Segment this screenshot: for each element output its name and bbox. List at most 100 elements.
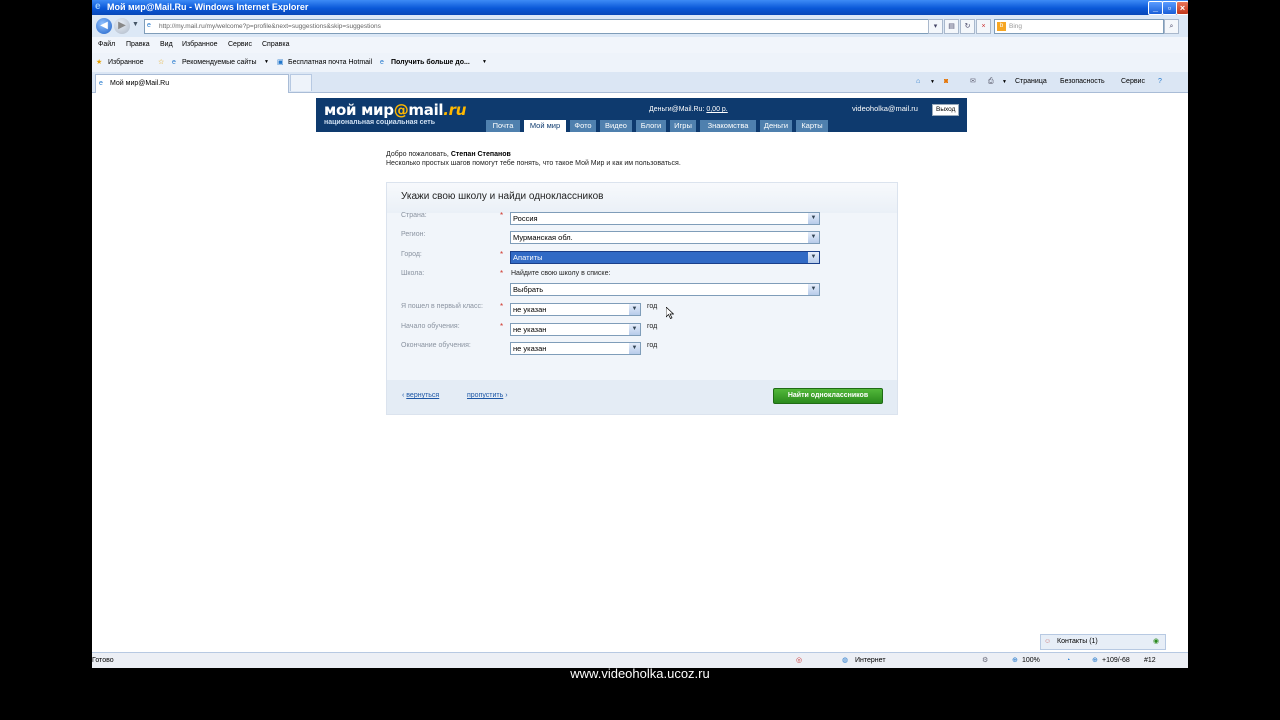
nav-video[interactable]: Видео [600,120,632,132]
status-online-icon[interactable]: ◉ [1153,635,1159,649]
browser-window: e Мой мир@Mail.Ru - Windows Internet Exp… [92,0,1188,668]
region-select[interactable]: Мурманская обл. ▼ [510,231,820,244]
back-link[interactable]: ‹ вернуться [402,392,439,399]
tab-mailru[interactable]: e Мой мир@Mail.Ru [95,74,289,93]
rss-icon[interactable]: ◙ [944,72,948,92]
new-tab-button[interactable] [290,74,312,91]
contacts-icon: ☺ [1044,638,1052,645]
print-icon[interactable]: ⎙ [988,72,994,92]
menu-help[interactable]: Справка [262,37,289,53]
ie-icon: e [95,1,101,12]
history-dropdown-icon[interactable]: ▼ [132,21,139,28]
recommended-sites-link[interactable]: Рекомендуемые сайты [182,53,256,72]
required-mark: * [500,269,504,278]
page-icon: e [147,22,151,29]
home-icon[interactable]: ⌂ [916,72,920,92]
required-mark: * [500,250,504,259]
get-more-link[interactable]: Получить больше до... [391,53,470,72]
menu-tools[interactable]: Сервис [228,37,252,53]
city-label: Город: [401,251,422,258]
back-button[interactable]: ◀ [96,18,112,34]
menu-bar: Файл Правка Вид Избранное Сервис Справка [92,37,1188,53]
refresh-icon[interactable]: ↻ [960,19,975,34]
maximize-button[interactable]: ▫ [1162,1,1177,15]
menu-edit[interactable]: Правка [126,37,150,53]
user-email[interactable]: videoholka@mail.ru [852,104,918,113]
nav-blogs[interactable]: Блоги [636,120,666,132]
chevron-down-icon: ▼ [808,252,819,263]
mouse-cursor-icon [666,307,674,319]
search-input[interactable]: b Bing [994,19,1164,34]
add-favorite-icon[interactable]: ☆ [158,53,164,72]
find-classmates-button[interactable]: Найти одноклассников [773,388,883,404]
page-content: мой мир@mail.ru национальная социальная … [92,93,1188,655]
close-button[interactable]: × [1176,1,1188,15]
forward-button[interactable]: ▶ [114,18,130,34]
logo-subtitle: национальная социальная сеть [324,119,436,126]
end-label: Окончание обучения: [401,342,471,349]
required-mark: * [500,302,504,311]
money-link[interactable]: 0,00 р. [706,106,727,113]
school-hint: Найдите свою школу в списке: [511,270,611,277]
country-select[interactable]: Россия ▼ [510,212,820,225]
menu-file[interactable]: Файл [98,37,115,53]
nav-money[interactable]: Деньги [760,120,792,132]
school-select[interactable]: Выбрать ▼ [510,283,820,296]
chevron-down-icon[interactable]: ▼ [1002,72,1007,92]
nav-photo[interactable]: Фото [570,120,596,132]
chevron-down-icon[interactable]: ▼ [482,53,487,72]
menu-favorites[interactable]: Избранное [182,37,217,53]
favorites-button[interactable]: Избранное [108,53,143,72]
mail-icon[interactable]: ✉ [970,72,976,92]
nav-maps[interactable]: Карты [796,120,828,132]
search-button[interactable]: ⌕ [1164,19,1179,34]
logout-button[interactable]: Выход [932,104,960,116]
address-bar: ◀ ▶ ▼ e http://my.mail.ru/my/welcome?p=p… [92,15,1188,38]
end-select[interactable]: не указан ▼ [510,342,641,355]
form-footer: ‹ вернуться пропустить › Найти однокласс… [387,380,897,414]
hotmail-link[interactable]: Бесплатная почта Hotmail [288,53,372,72]
window-title: Мой мир@Mail.Ru - Windows Internet Explo… [107,2,309,12]
minimize-button[interactable]: _ [1148,1,1163,15]
compat-icon[interactable]: ▤ [944,19,959,34]
watermark-caption: www.videoholka.ucoz.ru [570,666,710,681]
contacts-bar[interactable]: ☺ Контакты (1) ◉ [1040,634,1166,650]
school-label: Школа: [401,270,425,277]
chevron-down-icon: ▼ [808,213,819,224]
nav-games[interactable]: Игры [670,120,696,132]
security-menu[interactable]: Безопасность [1060,72,1105,92]
required-mark: * [500,211,504,220]
city-select[interactable]: Апатиты ▼ [510,251,820,264]
address-dropdown-icon[interactable]: ▾ [928,19,943,34]
start-select[interactable]: не указан ▼ [510,323,641,336]
page-menu[interactable]: Страница [1015,72,1047,92]
chevron-down-icon: ▼ [808,232,819,243]
site-logo[interactable]: мой мир@mail.ru [324,102,466,118]
tab-bar: e Мой мир@Mail.Ru ⌂ ▼ ◙ ✉ ⎙ ▼ Страница Б… [92,72,1188,93]
nav-mail[interactable]: Почта [486,120,520,132]
chevron-down-icon: ▼ [629,304,640,315]
favorites-star-icon: ★ [96,59,103,66]
chevron-down-icon[interactable]: ▼ [930,72,935,92]
start-label: Начало обучения: [401,323,460,330]
first-class-label: Я пошел в первый класс: [401,303,483,310]
favorites-bar: ★ Избранное ☆ e Рекомендуемые сайты ▼ ▣ … [92,53,1188,73]
tools-menu[interactable]: Сервис [1121,72,1145,92]
help-icon[interactable]: ? [1158,72,1162,92]
chevron-down-icon[interactable]: ▼ [264,53,269,72]
ie-site-icon: e [172,59,176,66]
menu-view[interactable]: Вид [160,37,173,53]
money-info: Деньги@Mail.Ru: 0,00 р. [649,106,728,113]
stop-icon[interactable]: × [976,19,991,34]
year-label: год [647,323,658,330]
chevron-down-icon: ▼ [629,324,640,335]
chevron-down-icon: ▼ [808,284,819,295]
region-label: Регион: [401,231,426,238]
skip-link[interactable]: пропустить › [467,392,508,399]
site-header: мой мир@mail.ru национальная социальная … [316,98,967,133]
first-class-select[interactable]: не указан ▼ [510,303,641,316]
user-name: Степан Степанов [450,151,511,158]
nav-dating[interactable]: Знакомства [700,120,756,132]
nav-my-world[interactable]: Мой мир [524,120,566,133]
address-input[interactable]: e http://my.mail.ru/my/welcome?p=profile… [144,19,936,34]
